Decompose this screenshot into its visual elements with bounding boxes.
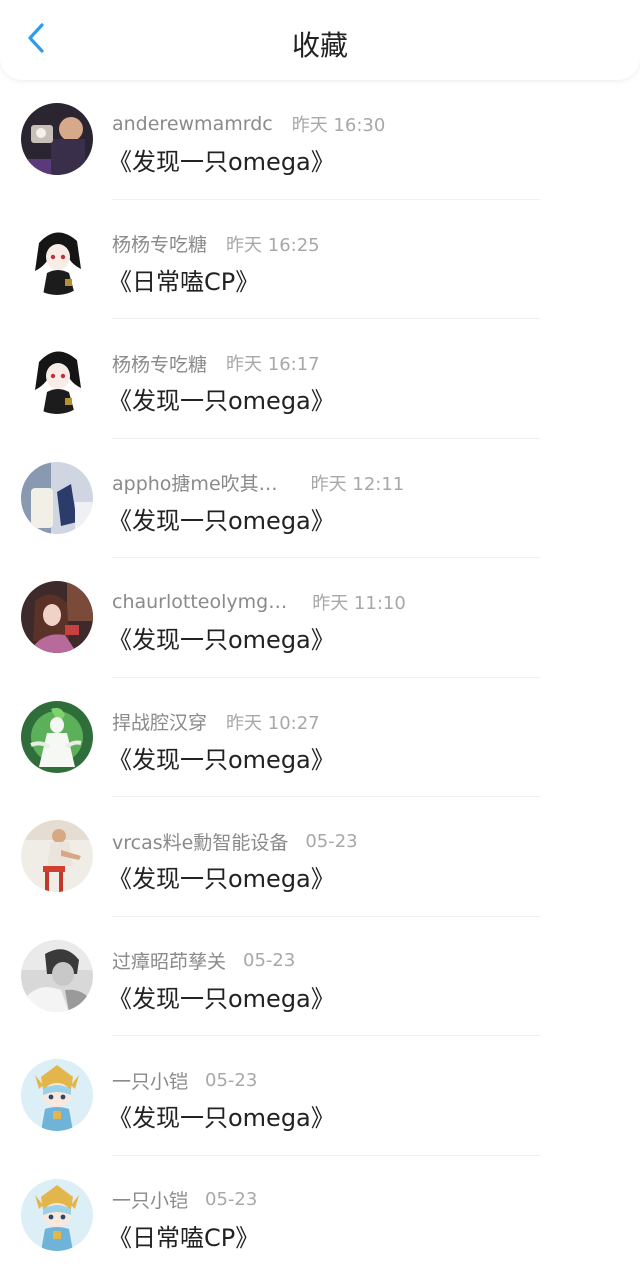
work-title[interactable]: 《发现一只omega》	[108, 1098, 335, 1133]
work-title[interactable]: 《发现一只omega》	[108, 381, 335, 416]
list-item[interactable]: 捍战腔汉穿 昨天 10:27 《发现一只omega》	[0, 678, 640, 797]
user-name[interactable]: 杨杨专吃糖	[112, 350, 207, 377]
timestamp: 05-23	[205, 1189, 258, 1210]
list-item[interactable]: 一只小铠 05-23 《日常嗑CP》	[0, 1156, 640, 1276]
avatar[interactable]	[21, 103, 93, 175]
favorites-list: anderewmamrdc 昨天 16:30 《发现一只omega》 杨杨专吃糖…	[0, 80, 640, 1275]
work-title[interactable]: 《发现一只omega》	[108, 740, 335, 775]
timestamp: 昨天 16:30	[291, 115, 386, 136]
work-title[interactable]: 《日常嗑CP》	[108, 1218, 259, 1253]
avatar[interactable]	[21, 1059, 93, 1131]
work-title[interactable]: 《发现一只omega》	[108, 620, 335, 655]
list-item[interactable]: vrcas料e勳智能设备 05-23 《发现一只omega》	[0, 797, 640, 917]
avatar[interactable]	[21, 342, 93, 414]
user-name[interactable]: 杨杨专吃糖	[112, 230, 207, 257]
avatar[interactable]	[21, 820, 93, 892]
list-item[interactable]: 杨杨专吃糖 昨天 16:25 《日常嗑CP》	[0, 200, 640, 319]
avatar[interactable]	[21, 1178, 93, 1251]
list-item[interactable]: chaurlotteolymg… 昨天 11:10 《发现一只omega》	[0, 558, 640, 678]
avatar[interactable]	[21, 581, 93, 653]
user-name[interactable]: 一只小铠	[112, 1186, 188, 1213]
user-name[interactable]: 过瘴昭茚孳关	[112, 947, 226, 974]
user-name[interactable]: appho搪me吹其…	[112, 469, 278, 496]
user-name[interactable]: vrcas料e勳智能设备	[112, 828, 288, 855]
timestamp: 昨天 16:17	[226, 354, 320, 375]
timestamp: 昨天 16:25	[226, 234, 320, 256]
user-name[interactable]: 捍战腔汉穿	[112, 708, 207, 735]
timestamp: 昨天 11:10	[312, 593, 406, 614]
work-title[interactable]: 《发现一只omega》	[108, 501, 335, 536]
page-title: 收藏	[291, 29, 348, 62]
list-item[interactable]: appho搪me吹其… 昨天 12:11 《发现一只omega》	[0, 439, 640, 558]
timestamp: 05-23	[243, 950, 296, 971]
avatar[interactable]	[21, 700, 93, 773]
work-title[interactable]: 《发现一只omega》	[108, 142, 335, 177]
top-bar: 收藏	[0, 0, 640, 80]
user-name[interactable]: anderewmamrdc	[112, 113, 273, 135]
timestamp: 05-23	[205, 1069, 258, 1091]
user-name[interactable]: chaurlotteolymg…	[112, 591, 287, 613]
user-name[interactable]: 一只小铠	[112, 1067, 188, 1094]
list-item[interactable]: 杨杨专吃糖 昨天 16:17 《发现一只omega》	[0, 319, 640, 439]
avatar[interactable]	[21, 461, 93, 534]
timestamp: 05-23	[305, 830, 358, 852]
avatar[interactable]	[21, 939, 93, 1012]
list-item[interactable]: anderewmamrdc 昨天 16:30 《发现一只omega》	[0, 80, 640, 200]
work-title[interactable]: 《发现一只omega》	[108, 979, 335, 1014]
timestamp: 昨天 10:27	[226, 712, 320, 734]
list-item[interactable]: 过瘴昭茚孳关 05-23 《发现一只omega》	[0, 917, 640, 1036]
work-title[interactable]: 《日常嗑CP》	[108, 262, 259, 297]
list-item[interactable]: 一只小铠 05-23 《发现一只omega》	[0, 1036, 640, 1156]
avatar[interactable]	[21, 222, 93, 295]
timestamp: 昨天 12:11	[310, 473, 405, 495]
work-title[interactable]: 《发现一只omega》	[108, 859, 335, 894]
